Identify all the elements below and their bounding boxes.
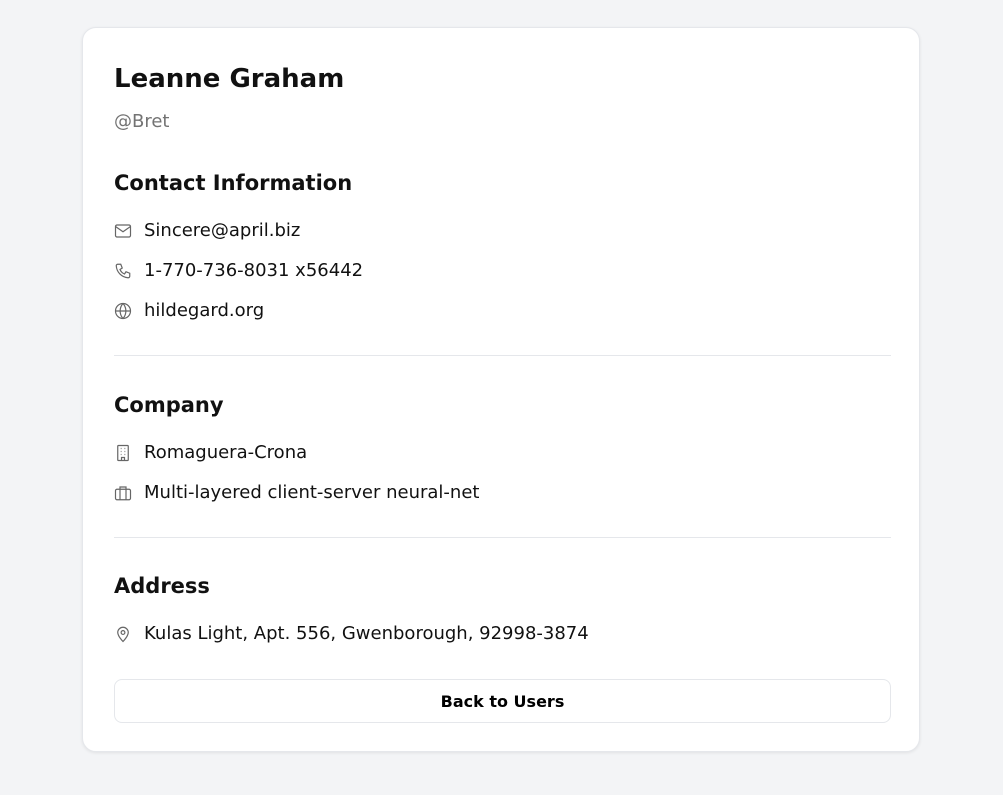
globe-icon bbox=[114, 302, 132, 319]
phone-icon bbox=[115, 263, 131, 278]
company-name-row: Romaguera-Crona bbox=[114, 442, 307, 463]
company-name: Romaguera-Crona bbox=[144, 442, 308, 463]
catchphrase-row: Multi-layered client-server neural-net bbox=[114, 482, 479, 503]
divider bbox=[114, 355, 891, 356]
username: @Bret bbox=[114, 111, 170, 132]
website-row: hildegard.org bbox=[114, 300, 264, 321]
company-catchphrase: Multi-layered client-server neural-net bbox=[144, 482, 480, 503]
building-icon bbox=[117, 444, 129, 461]
user-name: Leanne Graham bbox=[114, 64, 345, 94]
address: Kulas Light, Apt. 556, Gwenborough, 9299… bbox=[144, 623, 589, 644]
phone[interactable]: 1-770-736-8031 x56442 bbox=[144, 260, 363, 281]
briefcase-icon bbox=[114, 485, 132, 500]
back-to-users-button[interactable]: Back to Users bbox=[114, 679, 891, 723]
contact-heading: Contact Information bbox=[114, 171, 353, 195]
address-row: Kulas Light, Apt. 556, Gwenborough, 9299… bbox=[114, 623, 589, 644]
divider bbox=[114, 537, 891, 538]
company-heading: Company bbox=[114, 393, 224, 417]
phone-row: 1-770-736-8031 x56442 bbox=[114, 260, 363, 281]
email-row: Sincere@april.biz bbox=[114, 220, 300, 241]
user-detail-card: Leanne Graham @Bret Contact Information … bbox=[82, 27, 920, 752]
email[interactable]: Sincere@april.biz bbox=[144, 220, 300, 241]
address-heading: Address bbox=[114, 574, 210, 598]
map-pin-icon bbox=[117, 626, 129, 642]
website[interactable]: hildegard.org bbox=[144, 300, 264, 321]
mail-icon bbox=[114, 223, 132, 238]
